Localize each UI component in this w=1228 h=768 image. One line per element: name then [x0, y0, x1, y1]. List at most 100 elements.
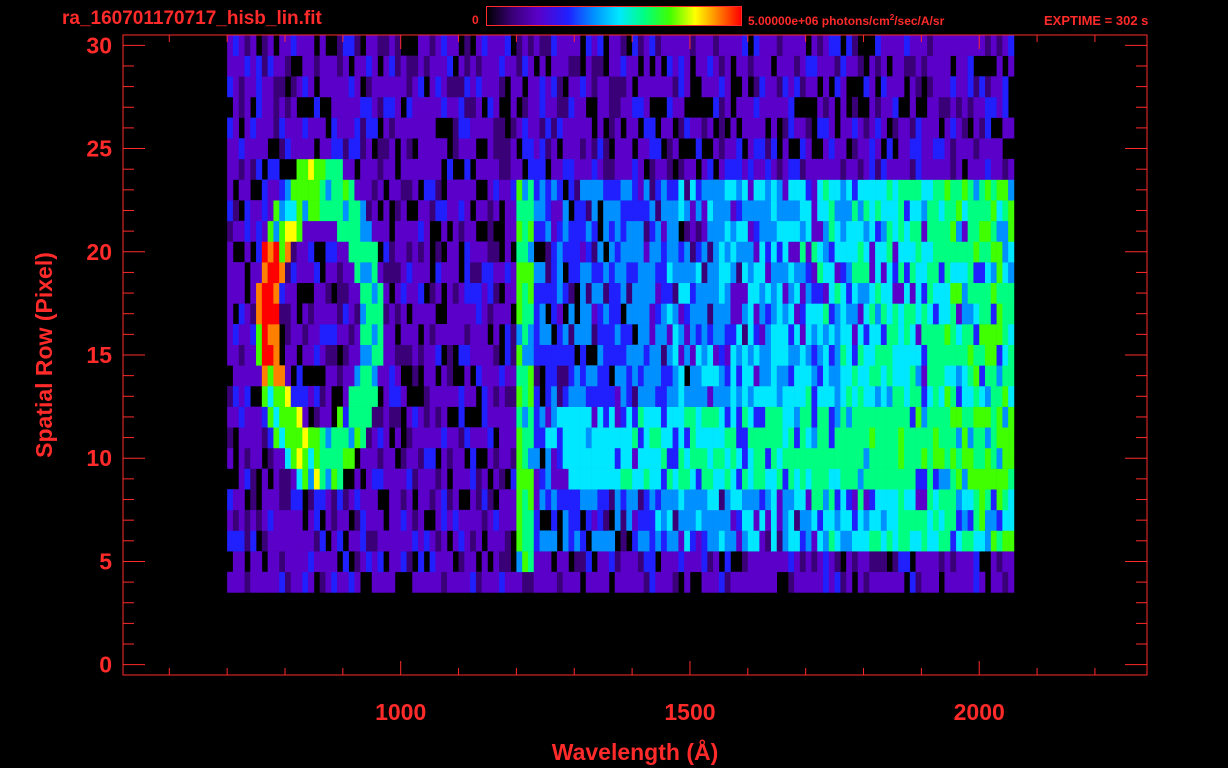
heatmap-cell: [851, 138, 859, 160]
heatmap-cell: [227, 530, 234, 552]
heatmap-cell: [753, 220, 760, 242]
heatmap-cell: [504, 344, 511, 366]
heatmap-cell: [470, 76, 477, 98]
heatmap-cell: [672, 509, 679, 531]
heatmap-cell: [967, 241, 974, 263]
heatmap-cell: [869, 406, 876, 428]
heatmap-cell: [556, 262, 563, 284]
heatmap-cell: [383, 282, 390, 304]
heatmap-cell: [423, 200, 430, 222]
heatmap-cell: [296, 447, 303, 469]
heatmap-cell: [603, 220, 610, 242]
heatmap-cell: [811, 241, 818, 263]
heatmap-cell: [805, 468, 812, 490]
heatmap-cell: [875, 571, 882, 593]
heatmap-cell: [458, 138, 465, 160]
heatmap-cell: [736, 427, 743, 449]
heatmap-cell: [394, 55, 401, 77]
heatmap-cell: [799, 303, 806, 325]
heatmap-cell: [718, 282, 725, 304]
heatmap-cell: [614, 365, 621, 387]
heatmap-cell: [747, 365, 754, 387]
heatmap-cell: [365, 241, 373, 263]
heatmap-cell: [898, 427, 905, 449]
heatmap-cell: [412, 96, 419, 118]
heatmap-cell: [504, 365, 511, 387]
heatmap-cell: [238, 282, 245, 304]
heatmap-cell: [279, 447, 286, 469]
heatmap-cell: [308, 385, 315, 407]
heatmap-cell: [365, 385, 373, 407]
heatmap-cell: [915, 406, 922, 428]
heatmap-cell: [840, 406, 847, 428]
heatmap-cell: [504, 571, 511, 593]
heatmap-cell: [1008, 509, 1015, 531]
heatmap-cell: [614, 303, 621, 325]
heatmap-cell: [979, 35, 986, 56]
heatmap-cell: [342, 324, 349, 345]
heatmap-cell: [927, 282, 934, 304]
heatmap-cell: [418, 35, 425, 56]
heatmap-cell: [990, 200, 997, 222]
heatmap-cell: [973, 241, 980, 263]
heatmap-cell: [892, 158, 899, 180]
heatmap-cell: [279, 55, 286, 77]
heatmap-cell: [313, 344, 321, 366]
heatmap-cell: [250, 220, 257, 242]
heatmap-cell: [892, 344, 899, 366]
heatmap-cell: [608, 385, 616, 407]
heatmap-cell: [319, 551, 326, 573]
heatmap-cell: [533, 179, 540, 201]
heatmap-cell: [770, 344, 778, 366]
heatmap-cell: [996, 262, 1003, 284]
heatmap-cell: [765, 303, 772, 325]
heatmap-cell: [562, 509, 569, 531]
heatmap-cell: [279, 385, 286, 407]
heatmap-cell: [597, 138, 604, 160]
heatmap-cell: [799, 427, 806, 449]
heatmap-cell: [672, 35, 679, 56]
heatmap-cell: [446, 571, 454, 593]
heatmap-cell: [736, 385, 743, 407]
heatmap-cell: [545, 530, 552, 552]
heatmap-cell: [371, 385, 378, 407]
heatmap-cell: [591, 427, 598, 449]
heatmap-cell: [684, 262, 691, 284]
heatmap-cell: [967, 530, 974, 552]
heatmap-cell: [273, 406, 280, 428]
heatmap-cell: [701, 489, 708, 511]
heatmap-cell: [730, 282, 737, 304]
heatmap-cell: [603, 551, 610, 573]
heatmap-cell: [892, 35, 899, 56]
heatmap-cell: [499, 76, 506, 98]
heatmap-cell: [1002, 35, 1009, 56]
heatmap-cell: [927, 117, 934, 139]
heatmap-cell: [458, 179, 465, 201]
heatmap-cell: [973, 200, 980, 222]
heatmap-cell: [730, 200, 737, 222]
heatmap-cell: [423, 530, 430, 552]
heatmap-cell: [308, 303, 315, 325]
heatmap-cell: [377, 509, 384, 531]
heatmap-cell: [296, 76, 303, 98]
heatmap-cell: [389, 365, 396, 387]
heatmap-cell: [481, 489, 488, 511]
heatmap-cell: [261, 324, 268, 345]
heatmap-cell: [591, 530, 598, 552]
heatmap-cell: [730, 365, 737, 387]
heatmap-cell: [279, 571, 286, 593]
heatmap-cell: [458, 76, 465, 98]
heatmap-cell: [961, 303, 968, 325]
heatmap-cell: [805, 158, 812, 180]
heatmap-cell: [996, 282, 1003, 304]
heatmap-cell: [429, 179, 436, 201]
heatmap-cell: [742, 489, 749, 511]
heatmap-cell: [770, 509, 778, 531]
heatmap-cell: [585, 427, 592, 449]
heatmap-cell: [371, 282, 378, 304]
heatmap-cell: [545, 96, 552, 118]
heatmap-cell: [990, 138, 997, 160]
heatmap-cell: [568, 324, 575, 345]
heatmap-cell: [568, 344, 575, 366]
heatmap-cell: [718, 447, 725, 469]
